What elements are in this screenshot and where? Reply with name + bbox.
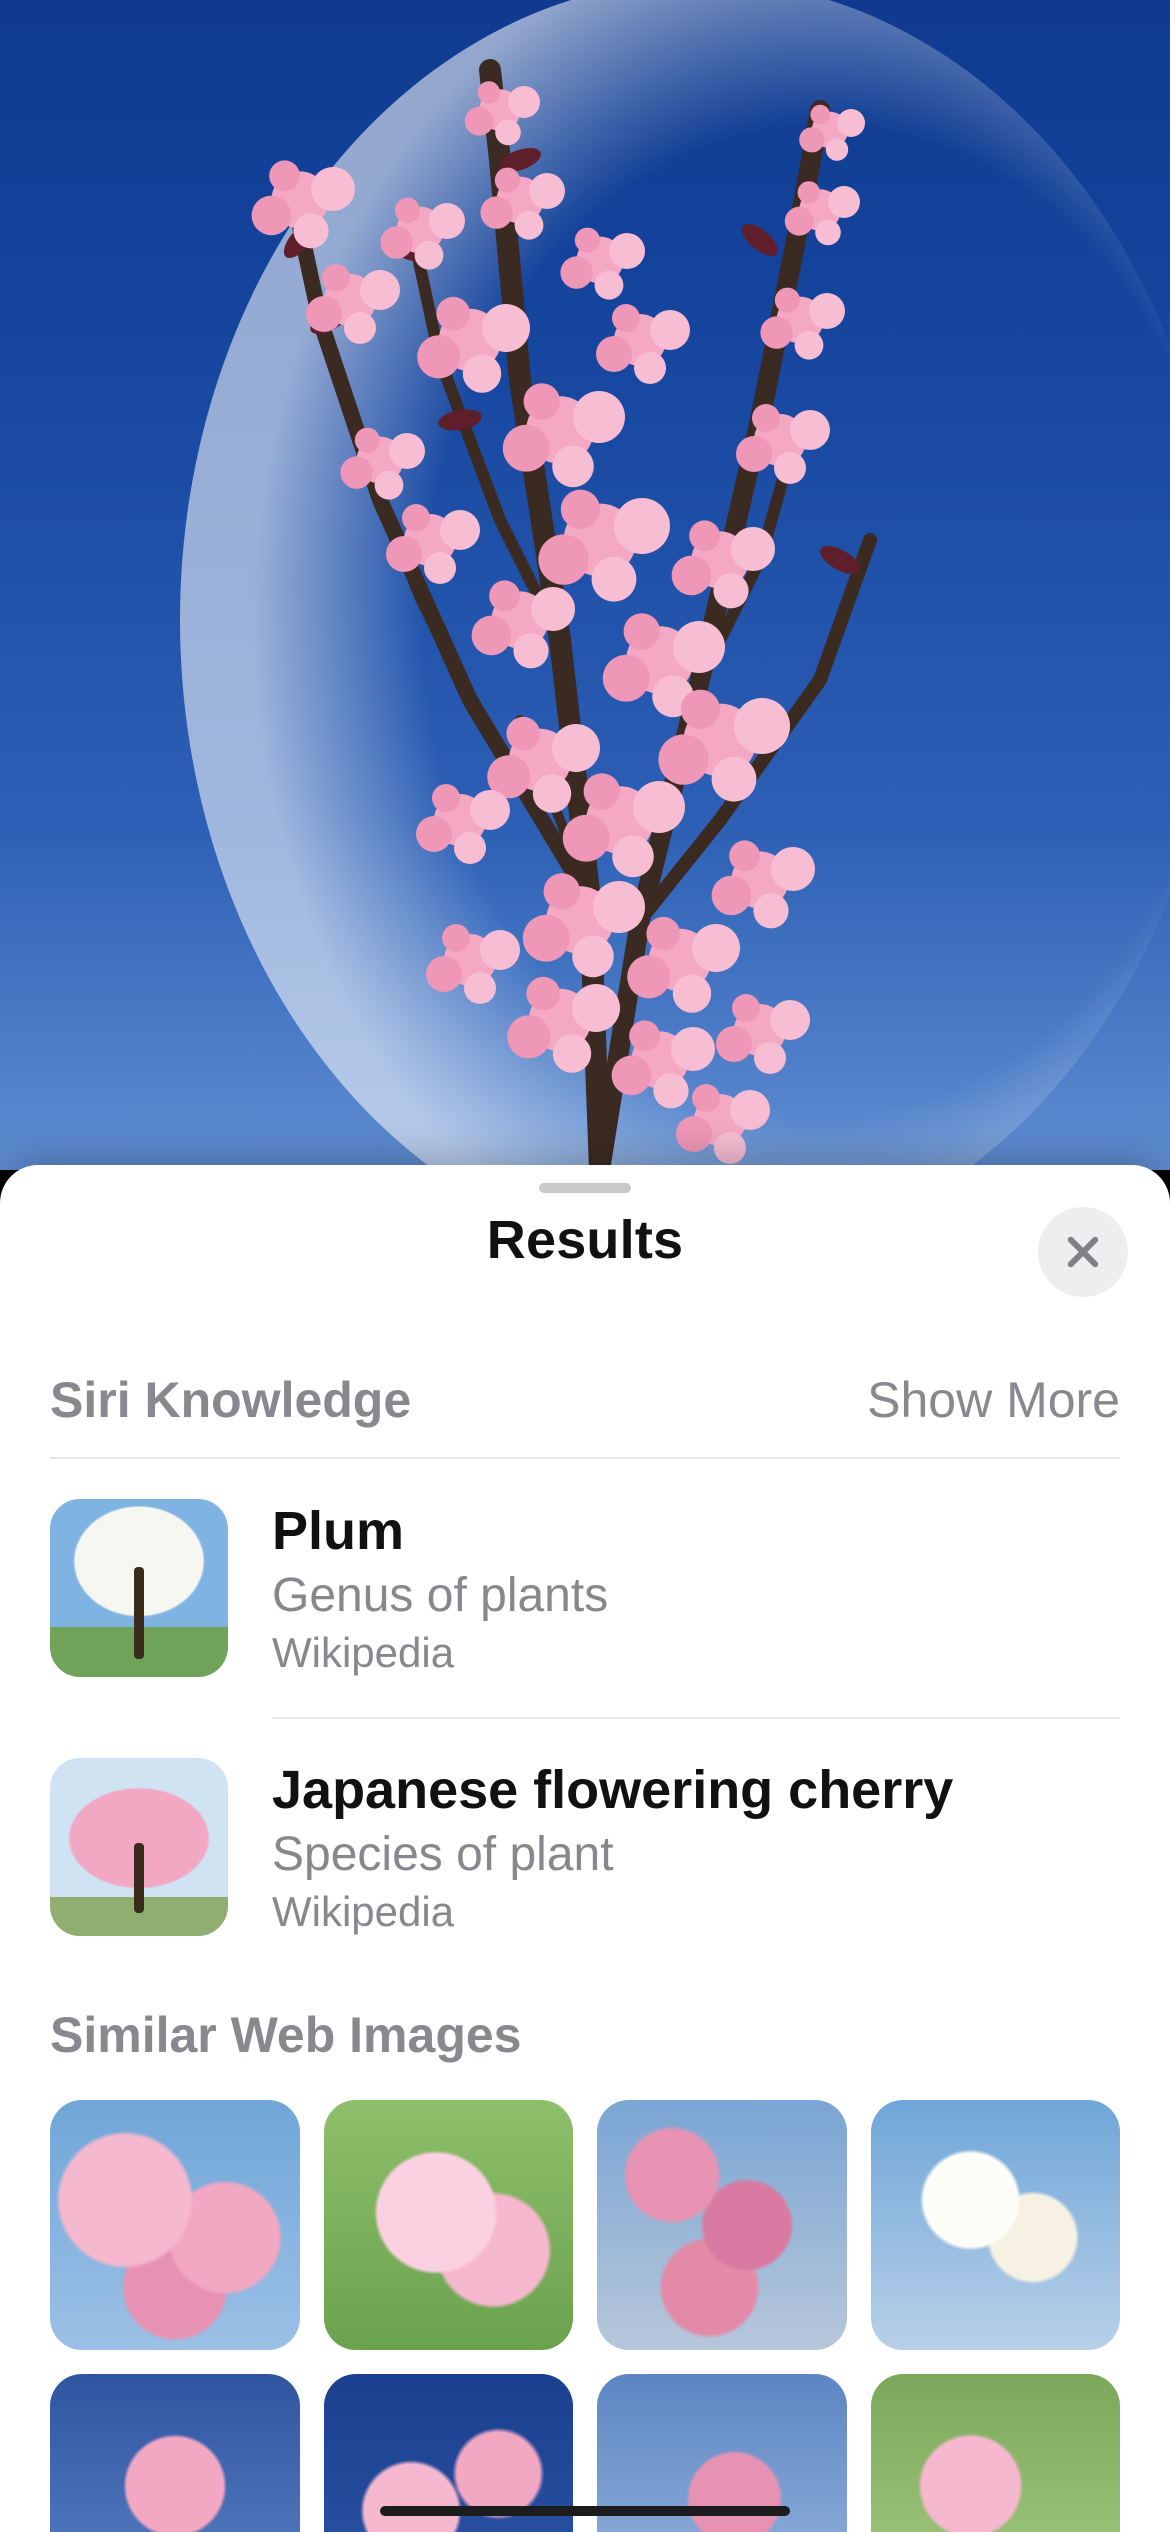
results-sheet: Results Siri Knowledge Show More Plum Ge…	[0, 1165, 1170, 2532]
siri-section-title: Siri Knowledge	[50, 1371, 411, 1429]
result-text: Plum Genus of plants Wikipedia	[272, 1500, 1120, 1677]
similar-image-tile[interactable]	[50, 2374, 300, 2532]
result-source: Wikipedia	[272, 1629, 1120, 1677]
lookup-photo	[0, 0, 1170, 1170]
result-title: Japanese flowering cherry	[272, 1759, 1120, 1821]
similar-image-tile[interactable]	[597, 2100, 847, 2350]
close-icon	[1062, 1231, 1104, 1273]
result-thumb	[50, 1499, 228, 1677]
sheet-title: Results	[487, 1209, 683, 1271]
result-subtitle: Genus of plants	[272, 1568, 1120, 1623]
similar-images-section: Similar Web Images	[0, 2006, 1170, 2532]
sheet-header: Results	[0, 1165, 1170, 1315]
siri-knowledge-section: Siri Knowledge Show More Plum Genus of p…	[0, 1371, 1170, 1976]
result-subtitle: Species of plant	[272, 1827, 1120, 1882]
result-source: Wikipedia	[272, 1888, 1120, 1936]
siri-section-header: Siri Knowledge Show More	[50, 1371, 1120, 1459]
similar-section-title: Similar Web Images	[50, 2006, 1120, 2064]
result-text: Japanese flowering cherry Species of pla…	[272, 1717, 1120, 1936]
similar-images-grid	[50, 2100, 1120, 2532]
similar-image-tile[interactable]	[871, 2374, 1121, 2532]
similar-image-tile[interactable]	[324, 2100, 574, 2350]
show-more-button[interactable]: Show More	[867, 1371, 1120, 1429]
result-thumb	[50, 1758, 228, 1936]
result-title: Plum	[272, 1500, 1120, 1562]
siri-result-plum[interactable]: Plum Genus of plants Wikipedia	[50, 1459, 1120, 1717]
similar-image-tile[interactable]	[871, 2100, 1121, 2350]
siri-result-japanese-cherry[interactable]: Japanese flowering cherry Species of pla…	[50, 1717, 1120, 1976]
similar-section-header: Similar Web Images	[50, 2006, 1120, 2074]
home-indicator[interactable]	[380, 2506, 790, 2516]
close-button[interactable]	[1038, 1207, 1128, 1297]
similar-image-tile[interactable]	[50, 2100, 300, 2350]
